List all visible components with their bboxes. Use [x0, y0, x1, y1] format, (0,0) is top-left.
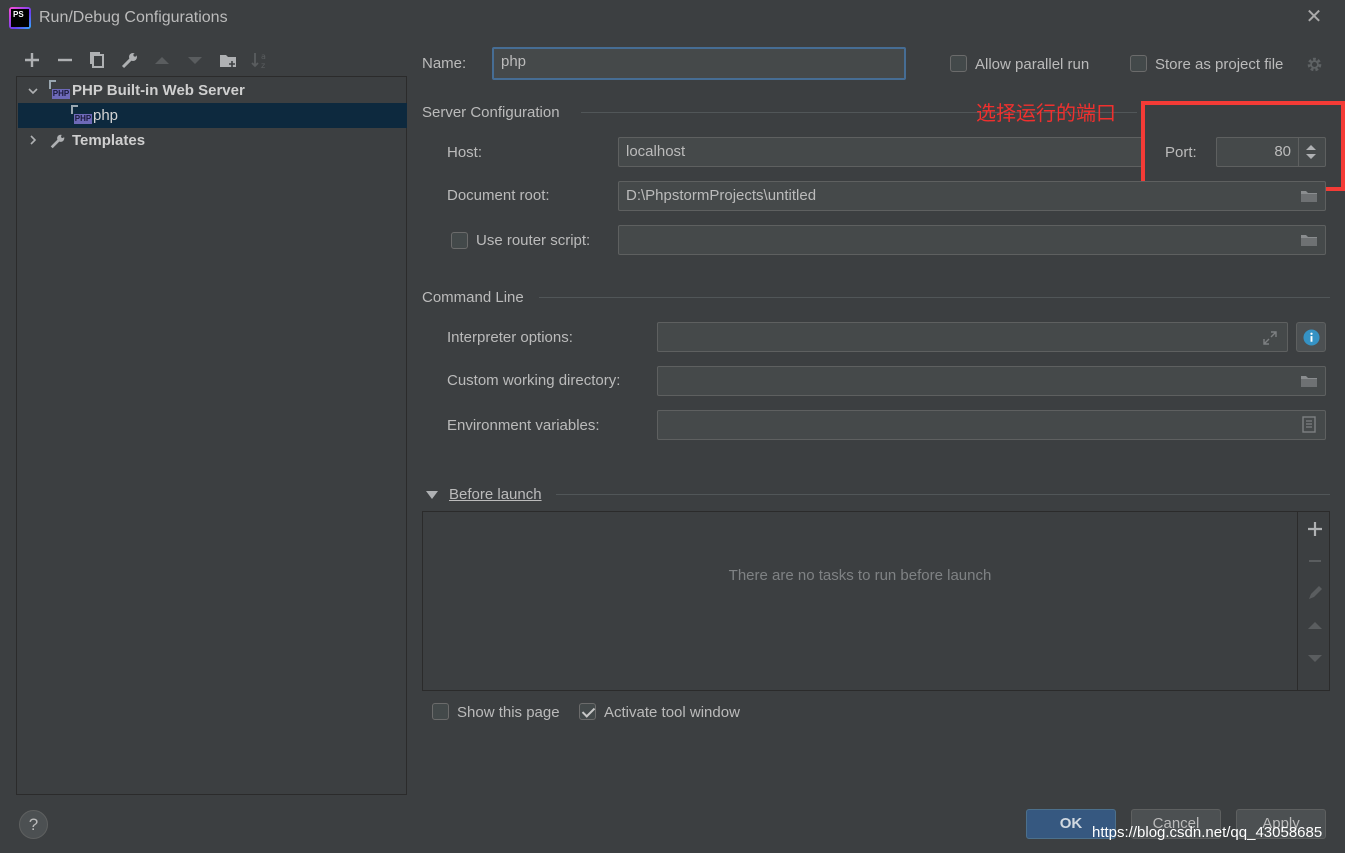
tree-item-php[interactable]: PHP php — [18, 103, 407, 128]
triangle-down-icon[interactable] — [426, 490, 438, 500]
close-icon[interactable]: ✕ — [1304, 6, 1324, 28]
store-project-label: Store as project file — [1155, 56, 1284, 73]
configurations-tree[interactable]: PHP PHP Built-in Web Server PHP php Temp… — [16, 76, 407, 795]
wrench-icon[interactable] — [120, 50, 140, 70]
working-dir-input[interactable] — [657, 366, 1326, 396]
host-input[interactable]: localhost — [618, 137, 1145, 167]
host-label: Host: — [447, 144, 483, 161]
title-bar: PS Run/Debug Configurations ✕ — [0, 0, 1345, 36]
remove-icon[interactable] — [55, 50, 75, 70]
tree-item-php-built-in-web-server[interactable]: PHP PHP Built-in Web Server — [18, 78, 407, 103]
show-page-label: Show this page — [457, 704, 560, 721]
move-up-icon[interactable] — [1306, 617, 1324, 635]
move-down-icon[interactable] — [1306, 649, 1324, 667]
router-script-label: Use router script: — [476, 232, 591, 249]
php-server-icon: PHP — [71, 105, 92, 125]
before-launch-list[interactable]: There are no tasks to run before launch — [422, 511, 1330, 691]
activate-tool-checkbox[interactable] — [579, 703, 596, 720]
interpreter-options-input[interactable] — [657, 322, 1288, 352]
chevron-right-icon[interactable] — [27, 134, 39, 146]
store-project-checkbox[interactable] — [1130, 55, 1147, 72]
env-vars-label: Environment variables: — [447, 417, 600, 434]
info-button[interactable] — [1296, 322, 1326, 352]
remove-task-icon[interactable] — [1306, 552, 1324, 570]
add-task-icon[interactable] — [1306, 520, 1324, 538]
server-config-heading: Server Configuration — [422, 104, 560, 121]
info-icon — [1303, 329, 1320, 346]
router-script-input[interactable] — [618, 225, 1326, 255]
section-divider — [539, 297, 1330, 298]
env-vars-input[interactable] — [657, 410, 1326, 440]
window-title: Run/Debug Configurations — [39, 9, 228, 26]
folder-icon[interactable] — [1300, 374, 1318, 388]
router-script-checkbox[interactable] — [451, 232, 468, 249]
empty-list-text: There are no tasks to run before launch — [728, 567, 992, 584]
copy-icon[interactable] — [87, 50, 107, 70]
document-icon[interactable] — [1302, 416, 1316, 433]
command-line-heading: Command Line — [422, 289, 524, 306]
svg-text:a: a — [261, 52, 266, 61]
docroot-label: Document root: — [447, 187, 550, 204]
tree-item-templates[interactable]: Templates — [18, 128, 407, 153]
svg-text:z: z — [261, 61, 265, 70]
docroot-input[interactable]: D:\PhpstormProjects\untitled — [618, 181, 1326, 211]
add-icon[interactable] — [22, 50, 42, 70]
chevron-down-icon[interactable] — [27, 85, 39, 97]
new-folder-icon[interactable] — [218, 50, 238, 70]
folder-icon[interactable] — [1300, 189, 1318, 203]
folder-icon[interactable] — [1300, 233, 1318, 247]
app-icon-text: PS — [11, 9, 29, 27]
move-up-icon[interactable] — [152, 50, 172, 70]
before-launch-toolbar — [1297, 512, 1329, 690]
wrench-icon — [50, 134, 65, 149]
pencil-icon[interactable] — [1306, 584, 1324, 602]
name-input[interactable]: php — [492, 47, 906, 80]
activate-tool-label: Activate tool window — [604, 704, 740, 721]
php-server-icon: PHP — [49, 80, 70, 100]
show-page-checkbox[interactable] — [432, 703, 449, 720]
tree-item-label: PHP Built-in Web Server — [72, 82, 245, 99]
working-dir-label: Custom working directory: — [447, 372, 621, 389]
port-annotation-text: 选择运行的端口 — [976, 101, 1116, 125]
port-highlight-box — [1141, 101, 1345, 191]
tree-item-label: php — [93, 107, 119, 124]
help-button[interactable]: ? — [19, 810, 48, 839]
allow-parallel-label: Allow parallel run — [975, 56, 1090, 73]
allow-parallel-checkbox[interactable] — [950, 55, 967, 72]
expand-icon[interactable] — [1262, 330, 1278, 346]
section-divider — [556, 494, 1330, 495]
phpstorm-app-icon: PS — [9, 7, 31, 29]
move-down-icon[interactable] — [185, 50, 205, 70]
sort-alpha-icon[interactable]: az — [250, 50, 270, 70]
before-launch-heading[interactable]: Before launch — [449, 486, 542, 503]
name-label: Name: — [422, 55, 467, 72]
tree-item-label: Templates — [72, 132, 146, 149]
interpreter-options-label: Interpreter options: — [447, 329, 573, 346]
watermark-text: https://blog.csdn.net/qq_43058685 — [1092, 824, 1323, 841]
gear-icon[interactable] — [1306, 56, 1323, 73]
